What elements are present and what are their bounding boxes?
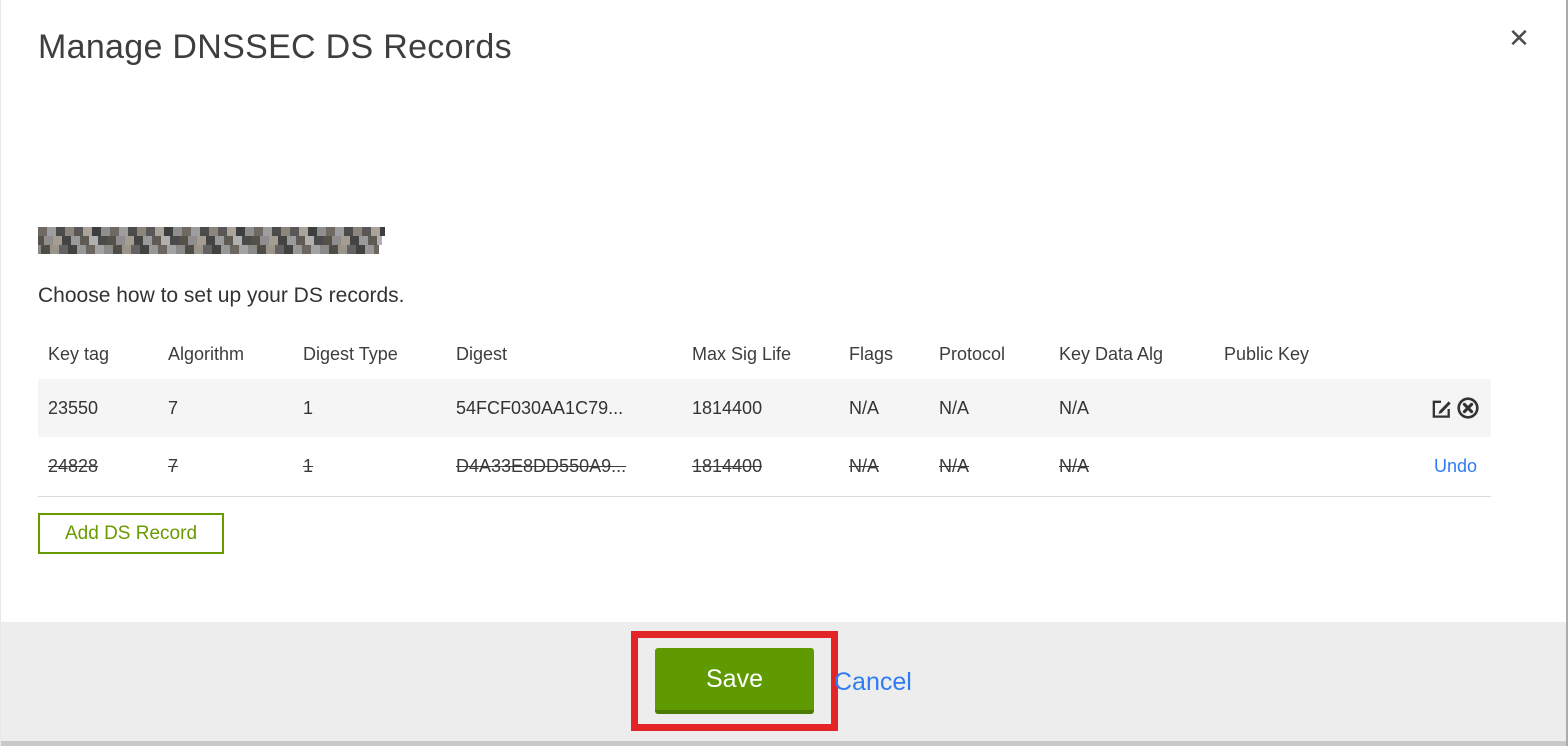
edit-icon[interactable]	[1429, 396, 1453, 420]
row-actions: Undo	[1354, 456, 1491, 477]
cell-max-sig-life: 1814400	[692, 456, 763, 476]
close-icon[interactable]: ✕	[1501, 20, 1537, 56]
header-protocol: Protocol	[939, 344, 1006, 364]
cell-key-data-alg: N/A	[1059, 397, 1090, 418]
header-key-tag: Key tag	[48, 344, 110, 364]
header-key-data-alg: Key Data Alg	[1059, 344, 1164, 364]
cell-max-sig-life: 1814400	[692, 397, 763, 418]
cell-key-tag: 24828	[48, 456, 99, 476]
ds-records-table: Key tag Algorithm Digest Type Digest Max…	[38, 330, 1491, 497]
dnssec-modal: Manage DNSSEC DS Records ✕ Choose how to…	[0, 0, 1568, 746]
header-digest-type: Digest Type	[303, 344, 398, 364]
cell-algorithm: 7	[168, 456, 179, 476]
cancel-link[interactable]: Cancel	[834, 668, 912, 697]
header-digest: Digest	[456, 344, 508, 364]
table-row-deleted: 24828 7 1 D4A33E8DD550A9... 1814400 N/A …	[38, 437, 1491, 497]
cell-algorithm: 7	[168, 397, 179, 418]
add-ds-record-button[interactable]: Add DS Record	[38, 513, 225, 554]
cell-digest-type: 1	[303, 456, 314, 476]
cell-protocol: N/A	[939, 456, 970, 476]
table-row: 23550 7 1 54FCF030AA1C79... 1814400 N/A …	[38, 379, 1491, 437]
cell-key-data-alg: N/A	[1059, 456, 1090, 476]
page-title: Manage DNSSEC DS Records	[38, 28, 512, 66]
row-actions	[1354, 396, 1491, 420]
cell-flags: N/A	[849, 397, 880, 418]
table-header-row: Key tag Algorithm Digest Type Digest Max…	[38, 330, 1491, 379]
cell-digest: 54FCF030AA1C79...	[456, 397, 624, 418]
header-flags: Flags	[849, 344, 894, 364]
save-button[interactable]: Save	[655, 648, 814, 714]
cell-digest: D4A33E8DD550A9...	[456, 456, 627, 476]
cell-digest-type: 1	[303, 397, 314, 418]
undo-link[interactable]: Undo	[1434, 456, 1477, 476]
annotation-highlight-box: Save	[631, 631, 838, 731]
header-max-sig-life: Max Sig Life	[692, 344, 792, 364]
header-public-key: Public Key	[1224, 344, 1310, 364]
instruction-text: Choose how to set up your DS records.	[38, 284, 405, 307]
cell-key-tag: 23550	[48, 397, 99, 418]
cell-flags: N/A	[849, 456, 880, 476]
delete-icon[interactable]	[1456, 396, 1480, 420]
header-algorithm: Algorithm	[168, 344, 245, 364]
redacted-domain-name	[38, 227, 385, 254]
cell-protocol: N/A	[939, 397, 970, 418]
